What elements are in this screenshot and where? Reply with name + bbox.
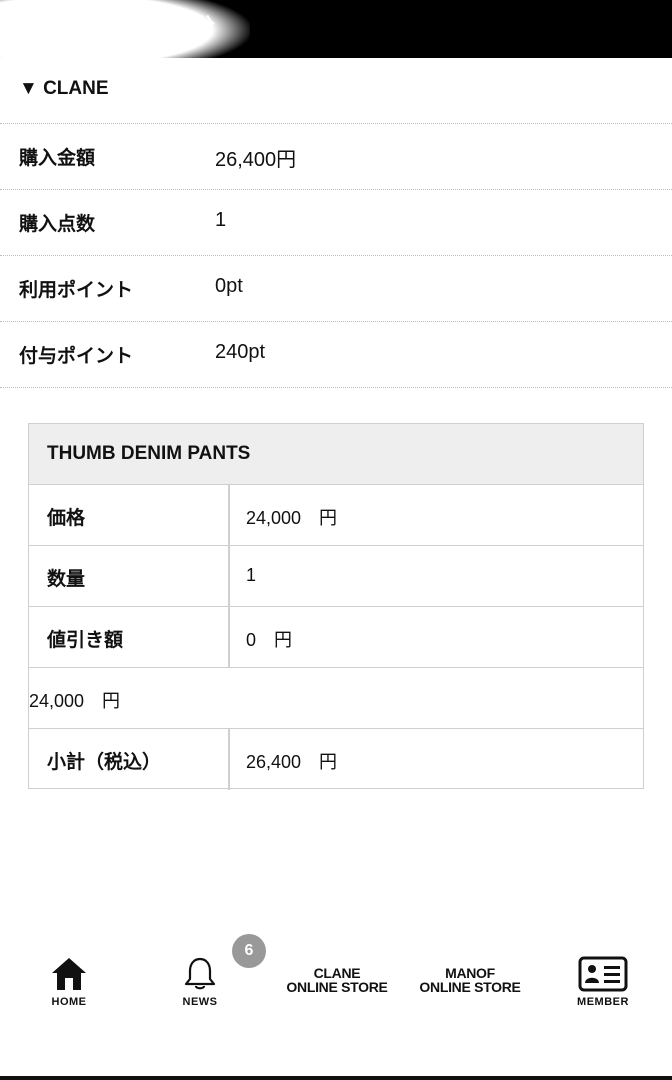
news-count-badge: 6 (232, 934, 266, 968)
row-value: 240pt (215, 341, 266, 363)
row-key: 購入金額 (19, 147, 96, 169)
manof-store-line1: MANOF (445, 965, 495, 981)
product-name: THUMB DENIM PANTS (47, 443, 251, 464)
tab-news-label: NEWS (182, 996, 218, 1008)
row-key: 利用ポイント (19, 279, 134, 301)
bell-icon (184, 957, 216, 990)
row-value: 26,400円 (215, 149, 297, 171)
row-value: 0pt (215, 275, 243, 297)
tab-member[interactable]: MEMBER (572, 956, 634, 1008)
clane-store-line1: CLANE (313, 965, 361, 981)
discount-value: 0 円 (246, 630, 293, 650)
row-key: 付与ポイント (19, 345, 134, 367)
header-bar: 購入分 (0, 0, 672, 74)
tab-home-label: HOME (51, 996, 87, 1008)
product-header: THUMB DENIM PANTS (29, 424, 643, 485)
column-divider (228, 485, 230, 545)
quantity-row: 数量 1 (29, 546, 643, 607)
discount-row: 値引き額 0 円 (29, 607, 643, 668)
product-card: THUMB DENIM PANTS 価格 24,000 円 数量 1 値引き額 … (28, 423, 644, 790)
tab-member-label: MEMBER (577, 996, 629, 1008)
bottom-edge (0, 1076, 672, 1080)
column-divider (228, 607, 230, 667)
home-icon (52, 958, 86, 990)
purchase-count-row: 購入点数 1 (0, 190, 672, 256)
store-section-toggle[interactable]: ▼ CLANE (0, 58, 672, 124)
quantity-value: 1 (246, 565, 257, 585)
purchase-amount-row: 購入金額 26,400円 (0, 124, 672, 190)
subtotal-row: 小計（税込） 26,400 円 (29, 729, 643, 790)
price-label: 価格 (47, 507, 86, 529)
used-points-row: 利用ポイント 0pt (0, 256, 672, 322)
quantity-label: 数量 (47, 568, 86, 590)
column-divider (228, 546, 230, 606)
member-card-icon (578, 956, 628, 992)
tab-home[interactable]: HOME (40, 956, 98, 1008)
tab-clane-online-store[interactable]: CLANE ONLINE STORE (286, 966, 388, 994)
subtotal-label: 小計（税込） (47, 751, 162, 773)
clane-store-line2: ONLINE STORE (286, 979, 388, 995)
column-divider (228, 729, 230, 790)
line-total-row: 24,000 円 (29, 668, 643, 729)
granted-points-row: 付与ポイント 240pt (0, 322, 672, 388)
tab-manof-online-store[interactable]: MANOF ONLINE STORE (419, 966, 521, 994)
tab-news[interactable]: NEWS (170, 956, 230, 1008)
section-label: ▼ CLANE (19, 78, 109, 99)
price-value: 24,000 円 (246, 508, 338, 528)
manof-store-line2: ONLINE STORE (419, 979, 521, 995)
row-value: 1 (215, 209, 227, 231)
row-key: 購入点数 (19, 213, 96, 235)
page-title: 購入分 (152, 14, 215, 38)
price-row: 価格 24,000 円 (29, 485, 643, 546)
subtotal-value: 26,400 円 (246, 752, 338, 772)
discount-label: 値引き額 (47, 629, 124, 651)
line-total-value: 24,000 円 (29, 691, 121, 711)
